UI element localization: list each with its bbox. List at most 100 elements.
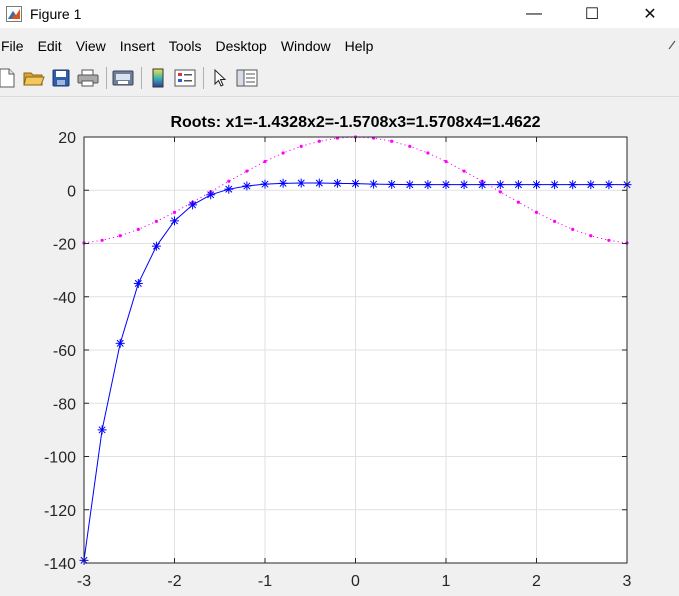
close-button[interactable]: ✕ [621,0,679,28]
series-1-point [532,180,541,190]
toolbar [0,64,679,92]
series-1-point [260,179,270,189]
series-2-point [263,159,267,164]
y-tick-label: -20 [53,237,76,254]
menu-file[interactable]: File [0,38,31,54]
property-editor-icon[interactable] [236,67,258,89]
toolbar-separator [106,67,107,89]
menu-insert[interactable]: Insert [113,38,162,54]
series-2-point [154,219,158,224]
menu-window[interactable]: Window [274,38,338,54]
series-1-point [170,216,179,226]
colorbar-icon[interactable] [147,67,169,89]
series-1-point [206,190,216,200]
window-title: Figure 1 [30,6,82,22]
series-1-point [296,178,306,188]
series-2-point [100,238,104,242]
series-2-point [136,227,140,231]
x-tick-label: 1 [442,573,451,590]
series-1-point [423,180,433,190]
menu-tools[interactable]: Tools [162,38,209,54]
menu-desktop[interactable]: Desktop [208,38,273,54]
series-2-point [607,238,611,242]
series-1-point [115,338,125,348]
series-1-point [586,180,596,190]
toolbar-separator [141,67,142,89]
series-1-point [568,180,578,190]
series-1-point [405,180,415,190]
series-1-point [133,278,143,288]
chart-title: Roots: x1=-1.4328x2=-1.5708x3=1.5708x4=1… [170,114,540,131]
plot-svg[interactable]: -3 -2 -1 0 1 2 3 20 0 -20 -40 -60 -80 -100 -120 -140 Ro… [0,97,679,596]
title-bar[interactable]: Figure 1 — ☐ ✕ [0,0,679,28]
series-1-point [604,180,614,190]
series-1-point [97,425,107,435]
open-file-icon[interactable] [23,67,45,89]
series-2-point [281,151,285,155]
x-tick-label: 0 [351,573,360,590]
menu-help[interactable]: Help [338,38,381,54]
maximize-button[interactable]: ☐ [563,0,621,28]
series-1-point [513,180,523,190]
print-preview-icon[interactable] [112,67,134,89]
series-2-point [553,219,557,224]
y-tick-label: -120 [44,503,76,520]
window-controls: — ☐ ✕ [505,0,679,28]
series-1-point [477,180,487,190]
save-icon[interactable] [50,67,72,89]
menu-bar: File Edit View Insert Tools Desktop Wind… [0,34,380,58]
series-1-point [224,184,234,194]
figure-window: Figure 1 — ☐ ✕ File Edit View Insert Too… [0,0,679,596]
y-tick-label: -40 [53,290,76,307]
series-1-point [242,181,252,191]
series-1-point [278,178,288,188]
minimize-button[interactable]: — [505,0,563,28]
series-1-point [441,180,451,190]
series-1-point [550,180,560,190]
series-2-point [172,210,177,214]
x-tick-label: 3 [623,573,632,590]
series-2-point [444,159,448,164]
series-2-point [245,169,249,173]
series-2-point [426,151,430,155]
series-2-point [118,234,122,238]
series-2-point [516,200,521,204]
x-tick-label: -1 [258,573,272,590]
menu-view[interactable]: View [69,38,113,54]
pointer-icon[interactable] [209,67,231,89]
y-tick-label: 20 [58,130,76,147]
series-2-point [534,210,539,214]
print-icon[interactable] [77,67,99,89]
x-tick-label: -3 [77,573,91,590]
menu-edit[interactable]: Edit [31,38,69,54]
series-1-point [188,200,198,210]
matlab-icon [6,6,22,22]
series-1-point [369,179,379,189]
series-1-point [495,180,505,190]
figure-canvas: -3 -2 -1 0 1 2 3 20 0 -20 -40 -60 -80 -100 -120 -140 Ro… [0,97,679,596]
series-2-point [498,190,502,194]
dock-arrow-icon[interactable] [668,40,676,50]
series-2-point [299,144,303,148]
y-tick-label: -100 [44,450,76,467]
legend-icon[interactable] [174,67,196,89]
toolbar-separator [203,67,204,89]
x-tick-label: -2 [167,573,181,590]
series-1-point [314,178,324,188]
x-tick-label: 2 [532,573,541,590]
series-1-point [351,179,360,189]
series-1-point [332,178,342,188]
y-tick-label: 0 [67,183,76,200]
series-2-point [571,227,575,231]
y-tick-label: -60 [53,343,76,360]
series-2-point [589,234,593,238]
new-figure-icon[interactable] [0,67,18,89]
series-2-point [317,139,321,143]
series-1-point [387,179,397,189]
series-2-point [227,179,231,183]
series-1-point [151,241,161,251]
series-1-point [459,180,469,190]
series-2-point [462,169,466,173]
series-2-point [390,139,394,143]
y-tick-label: -80 [53,396,76,413]
